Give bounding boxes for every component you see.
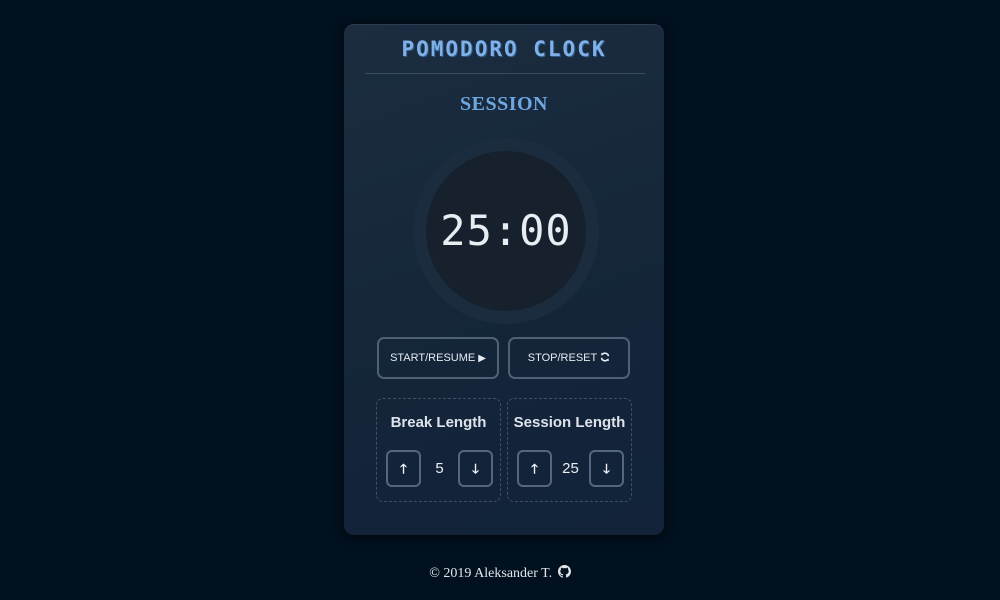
timer-display: 25:00 bbox=[440, 206, 572, 255]
pomodoro-card: POMODORO CLOCK SESSION 25:00 START/RESUM… bbox=[344, 24, 664, 535]
start-resume-button[interactable]: START/RESUME ▶ bbox=[377, 337, 499, 379]
break-increment-button[interactable]: 🡑 bbox=[386, 450, 421, 487]
break-length-value: 5 bbox=[435, 460, 444, 477]
session-length-panel: Session Length 🡑 25 🡓 bbox=[507, 398, 632, 502]
github-icon[interactable] bbox=[557, 565, 571, 578]
stop-reset-label: STOP/RESET bbox=[527, 352, 598, 364]
timer-dial: 25:00 bbox=[426, 151, 586, 311]
play-icon: ▶ bbox=[478, 353, 486, 364]
mode-label: SESSION bbox=[460, 93, 548, 115]
arrow-up-icon: 🡑 bbox=[531, 461, 538, 476]
session-length-value: 25 bbox=[562, 460, 579, 477]
break-length-label: Break Length bbox=[390, 414, 487, 431]
start-resume-label: START/RESUME bbox=[390, 352, 476, 364]
arrow-down-icon: 🡓 bbox=[603, 461, 610, 476]
arrow-down-icon: 🡓 bbox=[472, 461, 479, 476]
footer-copyright: © 2019 Aleksander T. bbox=[429, 566, 553, 581]
timer-ring: 25:00 bbox=[413, 138, 599, 324]
session-decrement-button[interactable]: 🡓 bbox=[589, 450, 624, 487]
break-length-panel: Break Length 🡑 5 🡓 bbox=[376, 398, 501, 502]
session-increment-button[interactable]: 🡑 bbox=[517, 450, 552, 487]
arrow-up-icon: 🡑 bbox=[400, 461, 407, 476]
session-length-label: Session Length bbox=[513, 414, 626, 431]
footer: © 2019 Aleksander T. bbox=[0, 565, 1000, 582]
break-decrement-button[interactable]: 🡓 bbox=[458, 450, 493, 487]
stop-reset-button[interactable]: STOP/RESET bbox=[508, 337, 630, 379]
app-title: POMODORO CLOCK bbox=[401, 37, 607, 61]
refresh-icon bbox=[600, 340, 610, 378]
title-divider bbox=[365, 73, 645, 74]
